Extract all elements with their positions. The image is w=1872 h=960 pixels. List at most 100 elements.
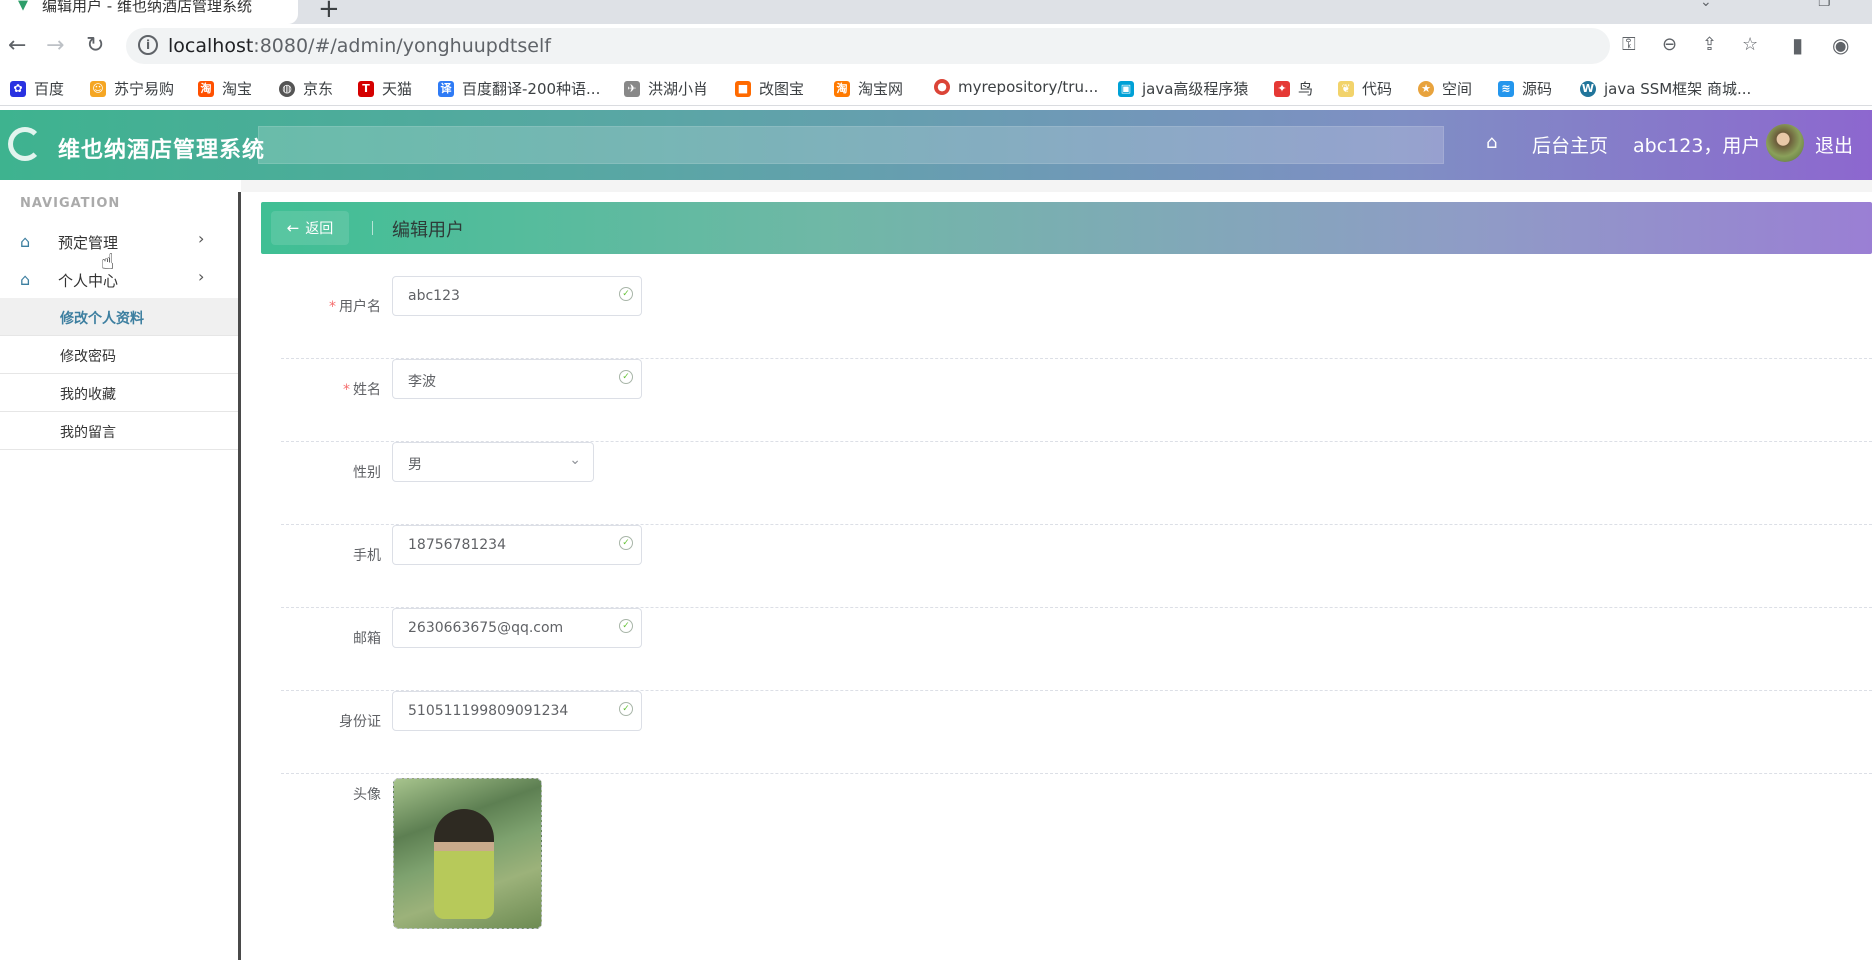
check-circle-icon: ✓ bbox=[619, 536, 633, 550]
bird-red-icon: ✦ bbox=[1274, 80, 1290, 97]
current-user-text: abc123，用户 bbox=[1633, 135, 1761, 157]
sidebar-subitem-label: 修改个人资料 bbox=[60, 311, 144, 327]
content-top-band bbox=[241, 180, 1872, 192]
sidebar-item-personal-center[interactable]: ⌂ 个人中心 › bbox=[0, 260, 238, 298]
form-label: * 用户名 bbox=[329, 299, 381, 315]
admin-home-link[interactable]: 后台主页 bbox=[1532, 131, 1608, 158]
qzone-icon: ★ bbox=[1418, 80, 1434, 97]
field-value: 18756781234 bbox=[408, 537, 506, 553]
username-field[interactable]: abc123 ✓ bbox=[392, 276, 642, 316]
gender-select[interactable]: 男 ⌄ bbox=[392, 442, 594, 482]
form-row-avatar: 头像 bbox=[281, 774, 1872, 960]
sidebar-subitem-label: 修改密码 bbox=[60, 349, 116, 365]
email-field[interactable]: 2630663675@qq.com ✓ bbox=[392, 608, 642, 648]
side-panel-icon[interactable]: ▮ bbox=[1792, 33, 1803, 57]
sidebar-subitem-label: 我的收藏 bbox=[60, 387, 116, 403]
name-field[interactable]: 李波 ✓ bbox=[392, 359, 642, 399]
back-arrow-icon[interactable]: ← bbox=[8, 32, 26, 60]
avatar[interactable] bbox=[1766, 124, 1804, 162]
bookmark-item[interactable]: 淘淘宝网 bbox=[834, 78, 903, 99]
form-label: 头像 bbox=[353, 787, 381, 803]
sidebar: NAVIGATION ⌂ 预定管理 › ⌂ 个人中心 › 修改个人资料 修改密码… bbox=[0, 180, 238, 960]
profile-icon[interactable]: ◉ bbox=[1832, 33, 1849, 57]
check-circle-icon: ✓ bbox=[619, 287, 633, 301]
baidu-paw-icon: ✿ bbox=[10, 80, 26, 97]
share-icon[interactable]: ⇪ bbox=[1702, 34, 1717, 55]
translate-icon: 译 bbox=[438, 80, 454, 97]
reload-icon[interactable]: ↻ bbox=[86, 32, 104, 60]
form-row-email: 邮箱 2630663675@qq.com ✓ bbox=[281, 608, 1872, 691]
suning-icon: ☺ bbox=[90, 80, 106, 97]
form-row-idcard: 身份证 510511199809091234 ✓ bbox=[281, 691, 1872, 774]
bookmark-item[interactable]: 译百度翻译-200种语... bbox=[438, 78, 600, 99]
form-label: 性别 bbox=[353, 465, 381, 481]
form-label: * 姓名 bbox=[343, 382, 381, 398]
taobao-icon: 淘 bbox=[198, 80, 214, 97]
sidebar-subitem-edit-profile[interactable]: 修改个人资料 bbox=[0, 298, 238, 336]
select-value: 男 bbox=[408, 457, 422, 473]
bilibili-icon: ▣ bbox=[1118, 80, 1134, 97]
phone-field[interactable]: 18756781234 ✓ bbox=[392, 525, 642, 565]
browser-tab-strip: ▼ 编辑用户 - 维也纳酒店管理系统 + ⌄ ❐ bbox=[0, 0, 1872, 24]
bookmark-item[interactable]: ▣ java高级程序猿 bbox=[1118, 78, 1248, 99]
bookmark-item[interactable]: ☺ 苏宁易购 bbox=[90, 78, 174, 99]
check-circle-icon: ✓ bbox=[619, 370, 633, 384]
bookmark-item[interactable]: ● myrepository/tru... bbox=[934, 78, 1098, 96]
back-button[interactable]: ← 返回 bbox=[271, 211, 349, 245]
password-key-icon[interactable]: ⚿ bbox=[1622, 34, 1636, 55]
app-title: 维也纳酒店管理系统 bbox=[58, 138, 266, 163]
sidebar-subitem-favorites[interactable]: 我的收藏 bbox=[0, 374, 238, 412]
form-row-name: * 姓名 李波 ✓ bbox=[281, 359, 1872, 442]
divider bbox=[372, 221, 373, 235]
bookmark-star-icon[interactable]: ☆ bbox=[1742, 34, 1758, 55]
tmall-icon: T bbox=[358, 80, 374, 97]
bookmark-item[interactable]: ■ 改图宝 bbox=[735, 78, 804, 99]
form-row-gender: 性别 男 ⌄ bbox=[281, 442, 1872, 525]
sidebar-subitem-label: 我的留言 bbox=[60, 425, 116, 441]
back-label: 返回 bbox=[305, 221, 334, 237]
form-row-username: * 用户名 abc123 ✓ bbox=[281, 276, 1872, 359]
window-restore-icon[interactable]: ❐ bbox=[1818, 0, 1831, 10]
bookmark-item[interactable]: ✈ 洪湖小肖 bbox=[624, 78, 708, 99]
home-icon: ⌂ bbox=[20, 270, 31, 289]
new-tab-icon[interactable]: + bbox=[318, 0, 340, 24]
zoom-icon[interactable]: ⊖ bbox=[1662, 34, 1677, 55]
bookmark-item[interactable]: ◍ 京东 bbox=[279, 78, 333, 99]
tab-search-icon[interactable]: ⌄ bbox=[1700, 0, 1712, 10]
gaitubao-icon: ■ bbox=[735, 80, 751, 97]
sidebar-subitem-change-password[interactable]: 修改密码 bbox=[0, 336, 238, 374]
site-info-icon[interactable]: i bbox=[138, 35, 158, 55]
wordpress-icon: W bbox=[1580, 80, 1596, 97]
leaf-icon: ❦ bbox=[1338, 80, 1354, 97]
bookmark-item[interactable]: ✿ 百度 bbox=[10, 78, 64, 99]
bookmark-item[interactable]: ✦ 鸟 bbox=[1274, 78, 1313, 99]
idcard-field[interactable]: 510511199809091234 ✓ bbox=[392, 691, 642, 731]
bookmark-item[interactable]: 淘淘宝 bbox=[198, 78, 252, 99]
bookmark-item[interactable]: Wjava SSM框架 商城... bbox=[1580, 78, 1751, 99]
page-title: 编辑用户 bbox=[392, 220, 464, 241]
chevron-right-icon: › bbox=[198, 267, 205, 286]
home-icon[interactable]: ⌂ bbox=[1486, 132, 1497, 153]
browser-tab-title: 编辑用户 - 维也纳酒店管理系统 bbox=[42, 0, 252, 15]
app-header: 维也纳酒店管理系统 ⌂ 后台主页 abc123，用户 退出 bbox=[0, 110, 1872, 180]
bookmark-item[interactable]: ≋ 源码 bbox=[1498, 78, 1552, 99]
sidebar-item-booking[interactable]: ⌂ 预定管理 › bbox=[0, 222, 238, 260]
sidebar-subitem-messages[interactable]: 我的留言 bbox=[0, 412, 238, 450]
home-icon: ⌂ bbox=[20, 232, 31, 251]
bookmark-item[interactable]: ★ 空间 bbox=[1418, 78, 1472, 99]
logo-icon bbox=[8, 127, 42, 161]
header-search-bar[interactable] bbox=[258, 126, 1444, 164]
form-label: 邮箱 bbox=[353, 631, 381, 647]
browser-tab[interactable]: ▼ 编辑用户 - 维也纳酒店管理系统 bbox=[0, 0, 298, 24]
avatar-upload[interactable] bbox=[393, 778, 542, 929]
chevron-down-icon: ⌄ bbox=[569, 452, 581, 468]
bookmark-item[interactable]: ❦ 代码 bbox=[1338, 78, 1392, 99]
form-label: 手机 bbox=[353, 548, 381, 564]
bookmark-item[interactable]: T 天猫 bbox=[358, 78, 412, 99]
logout-button[interactable]: 退出 bbox=[1815, 131, 1853, 158]
bird-icon: ✈ bbox=[624, 80, 640, 97]
avatar-photo bbox=[434, 809, 494, 919]
main-content: ← 返回 编辑用户 * 用户名 abc123 ✓ * 姓名 李波 ✓ 性别 男 ⌄ … bbox=[241, 180, 1872, 960]
address-bar[interactable]: i localhost:8080/#/admin/yonghuupdtself bbox=[126, 28, 1610, 64]
forward-arrow-icon[interactable]: → bbox=[46, 32, 64, 60]
